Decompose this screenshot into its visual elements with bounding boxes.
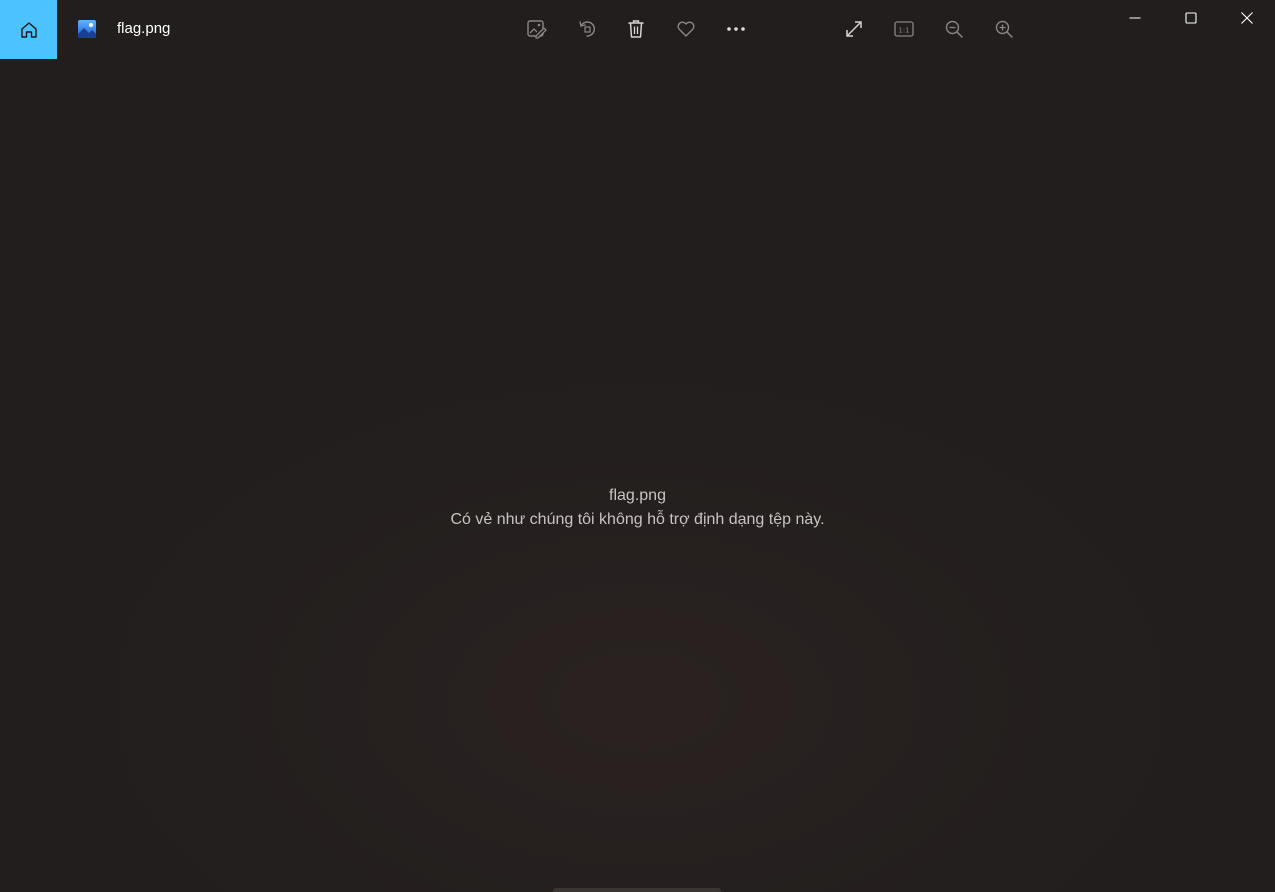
edit-image-icon	[527, 20, 547, 39]
rotate-button[interactable]	[572, 14, 602, 44]
home-icon	[20, 21, 37, 38]
trash-icon	[628, 20, 644, 38]
zoom-out-icon	[945, 20, 963, 38]
title-bar: flag.png 1:1	[0, 0, 1275, 59]
filmstrip-handle[interactable]	[553, 888, 721, 892]
home-button[interactable]	[0, 0, 57, 59]
photos-app-window: flag.png 1:1 flag.png Có vẻ như chúng tô…	[0, 0, 1275, 892]
delete-button[interactable]	[621, 14, 651, 44]
fullscreen-button[interactable]	[839, 14, 869, 44]
rotate-icon	[579, 21, 595, 37]
unsupported-format-message: flag.png Có vẻ như chúng tôi không hỗ tr…	[0, 484, 1275, 532]
actual-size-button[interactable]: 1:1	[889, 14, 919, 44]
message-file-name: flag.png	[609, 487, 666, 504]
zoom-out-button[interactable]	[939, 14, 969, 44]
maximize-icon	[1184, 12, 1197, 24]
message-error-text: Có vẻ như chúng tôi không hỗ trợ định dạ…	[450, 511, 825, 528]
image-file-icon	[78, 20, 96, 38]
heart-icon	[677, 21, 695, 37]
svg-text:1:1: 1:1	[898, 26, 909, 34]
maximize-button[interactable]	[1162, 0, 1219, 36]
minimize-button[interactable]	[1106, 0, 1163, 36]
more-icon	[727, 27, 745, 31]
zoom-in-button[interactable]	[989, 14, 1019, 44]
more-options-button[interactable]	[721, 14, 751, 44]
zoom-in-icon	[995, 20, 1013, 38]
expand-icon	[846, 21, 862, 37]
minimize-icon	[1129, 17, 1140, 19]
close-button[interactable]	[1218, 0, 1275, 36]
one-to-one-icon: 1:1	[894, 21, 914, 37]
favorite-button[interactable]	[671, 14, 701, 44]
edit-image-button[interactable]	[521, 14, 551, 44]
close-icon	[1240, 12, 1253, 24]
file-name-label: flag.png	[117, 20, 171, 37]
